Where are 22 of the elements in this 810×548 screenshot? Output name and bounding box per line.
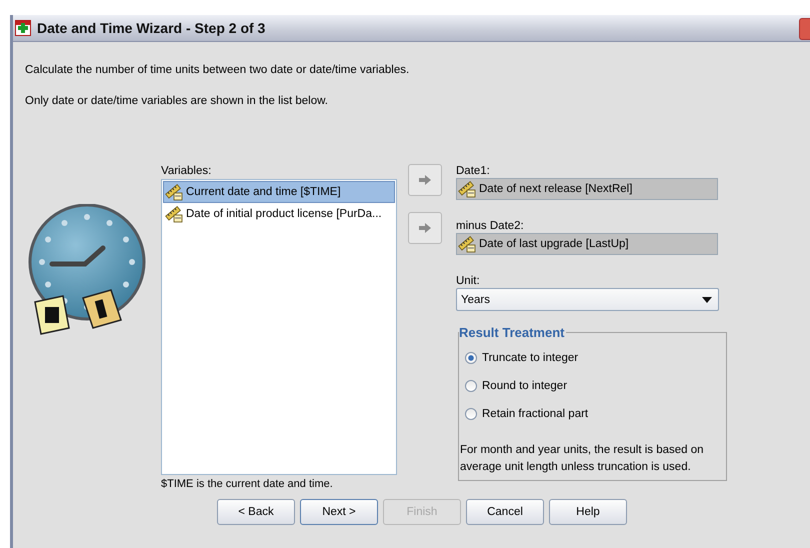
group-note: For month and year units, the result is based on average unit length unless truncation is used. xyxy=(460,443,705,475)
date-label: Date1: xyxy=(456,164,491,178)
variable-item[interactable]: Current date and time [$TIME] xyxy=(163,181,395,203)
dialog-button[interactable]: Cancel xyxy=(466,499,544,525)
note-text: $TIME is the current date and time. xyxy=(161,478,334,490)
instruction-text: Calculate the number of time units between two date or date/time variables. xyxy=(25,64,410,76)
date-label: minus Date2: xyxy=(456,219,525,233)
dialog-button[interactable]: Help xyxy=(549,499,627,525)
date-field[interactable]: Date of next release [NextRel] xyxy=(456,178,718,200)
unit-dropdown[interactable]: Years xyxy=(456,288,719,311)
variables-label: Variables: xyxy=(161,164,212,178)
dialog-button[interactable]: Next > xyxy=(300,499,378,525)
date-field[interactable]: Date of last upgrade [LastUp] xyxy=(456,233,718,255)
radio-option[interactable]: Round to integer xyxy=(460,372,723,400)
group-title: Result Treatment xyxy=(459,325,566,340)
radio-option[interactable]: Retain fractional part xyxy=(460,400,723,428)
dialog-button[interactable]: < Back xyxy=(217,499,295,525)
window-title: Date and Time Wizard - Step 2 of 3 xyxy=(37,20,266,36)
variable-item[interactable]: Date of initial product license [PurDa... xyxy=(163,203,395,225)
instruction-text: Only date or date/time variables are shown in the list below. xyxy=(25,95,329,107)
radio-option[interactable]: Truncate to integer xyxy=(460,344,723,372)
unit-label: Unit: xyxy=(456,274,481,288)
